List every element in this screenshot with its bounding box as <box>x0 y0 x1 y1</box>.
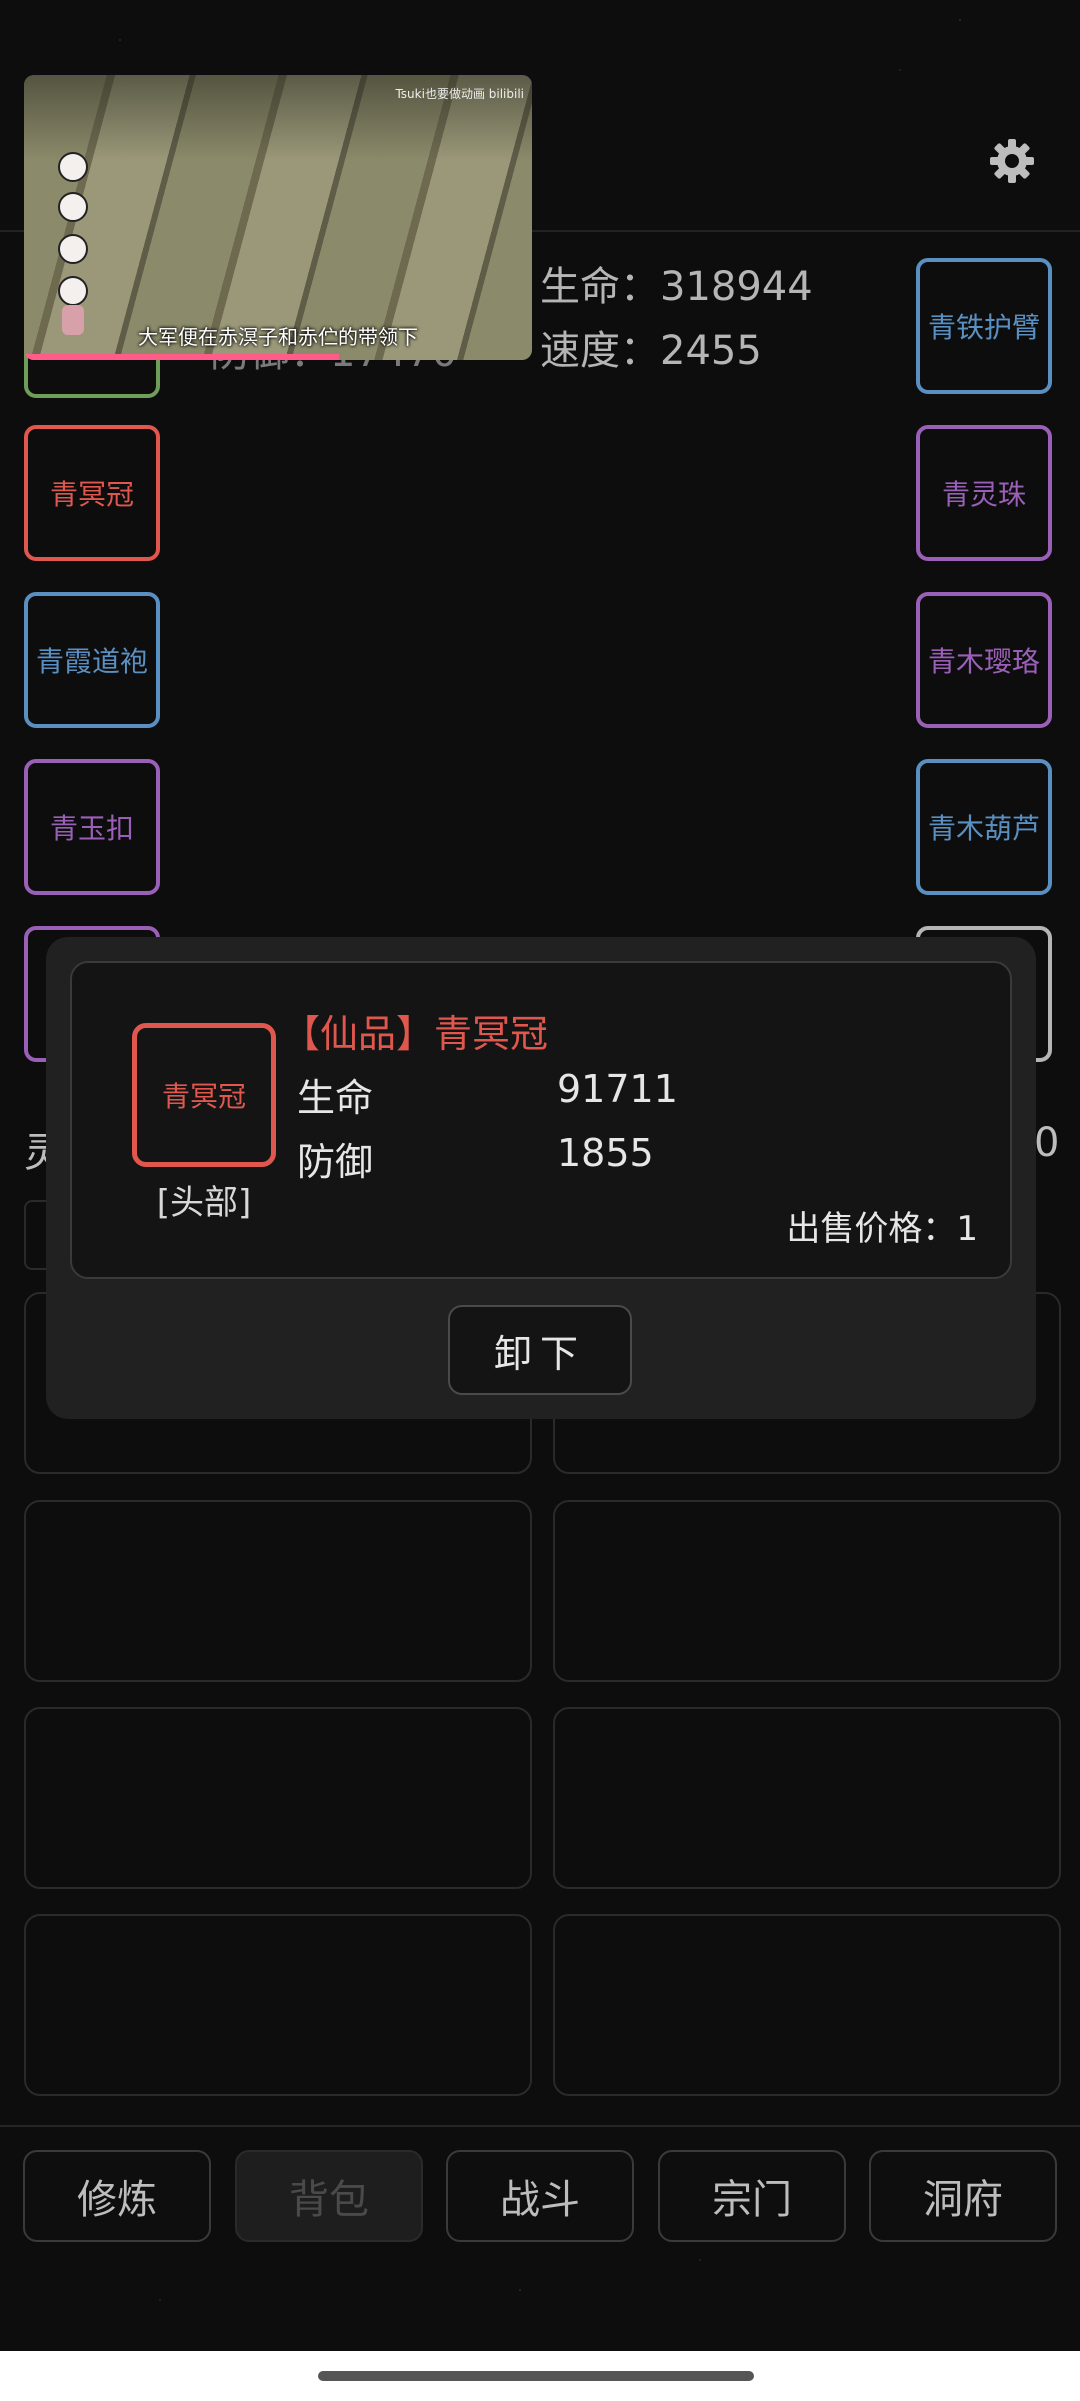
equip-slot-belt[interactable]: 青玉扣 <box>24 759 160 895</box>
bag-slot[interactable] <box>24 1500 532 1682</box>
bag-slot[interactable] <box>24 1707 532 1889</box>
nav-battle-button[interactable]: 战斗 <box>446 2150 634 2242</box>
equip-slot-necklace[interactable]: 青木璎珞 <box>916 592 1052 728</box>
item-slot-label: [头部] <box>156 1183 252 1223</box>
video-progress-bar <box>24 354 339 360</box>
sell-price: 出售价格：1 <box>786 1209 978 1249</box>
equip-slot-gourd[interactable]: 青木葫芦 <box>916 759 1052 895</box>
video-watermark: Tsuki也要做动画 bilibili <box>395 87 524 101</box>
equip-slot-label: 青木璎珞 <box>927 645 1040 678</box>
nav-divider <box>0 2125 1080 2127</box>
item-icon: 青冥冠 <box>132 1023 276 1167</box>
equip-slot-label: 青铁护臂 <box>927 311 1040 344</box>
nav-cave-button[interactable]: 洞府 <box>869 2150 1057 2242</box>
equip-slot-label: 青冥冠 <box>49 478 134 511</box>
nav-bag-button[interactable]: 背包 <box>235 2150 423 2242</box>
attr-value-defense: 1855 <box>557 1131 654 1175</box>
bag-slot[interactable] <box>24 1914 532 2096</box>
cartoon-characters-icon <box>58 152 88 335</box>
nav-sect-button[interactable]: 宗门 <box>658 2150 846 2242</box>
floating-video-player[interactable]: Tsuki也要做动画 bilibili 大军便在赤溟子和赤伫的带领下 <box>24 75 532 360</box>
equip-slot-label: 青玉扣 <box>49 812 134 845</box>
equip-slot-head[interactable]: 青冥冠 <box>24 425 160 561</box>
equip-slot-body[interactable]: 青霞道袍 <box>24 592 160 728</box>
equip-slot-arm[interactable]: 青铁护臂 <box>916 258 1052 394</box>
home-indicator[interactable] <box>318 2371 754 2381</box>
life-stat: 生命：318944 <box>540 264 813 310</box>
nav-cultivate-button[interactable]: 修炼 <box>23 2150 211 2242</box>
bag-slot[interactable] <box>553 1707 1061 1889</box>
attr-name-life: 生命 <box>297 1076 374 1120</box>
equip-slot-label: 青霞道袍 <box>35 645 148 678</box>
bag-slot[interactable] <box>553 1914 1061 2096</box>
settings-gear-icon[interactable] <box>984 133 1040 189</box>
item-detail-card: 青冥冠 [头部] 【仙品】青冥冠 生命 91711 防御 1855 出售价格：1 <box>70 961 1012 1279</box>
system-home-bar <box>0 2351 1080 2401</box>
player-stats: 生命：318944 速度：2455 <box>540 255 813 383</box>
speed-stat: 速度：2455 <box>540 328 762 374</box>
equip-slot-orb[interactable]: 青灵珠 <box>916 425 1052 561</box>
video-subtitle: 大军便在赤溟子和赤伫的带领下 <box>138 325 418 349</box>
partial-label-right: 0 <box>1034 1120 1060 1166</box>
equip-slot-label: 青灵珠 <box>941 478 1026 511</box>
attr-value-life: 91711 <box>557 1067 678 1111</box>
unequip-button[interactable]: 卸下 <box>448 1305 632 1395</box>
bag-slot[interactable] <box>553 1500 1061 1682</box>
attr-name-defense: 防御 <box>297 1140 374 1184</box>
equip-slot-label: 青木葫芦 <box>927 812 1040 845</box>
item-detail-modal: 青冥冠 [头部] 【仙品】青冥冠 生命 91711 防御 1855 出售价格：1… <box>46 937 1036 1419</box>
item-title: 【仙品】青冥冠 <box>282 1012 549 1056</box>
